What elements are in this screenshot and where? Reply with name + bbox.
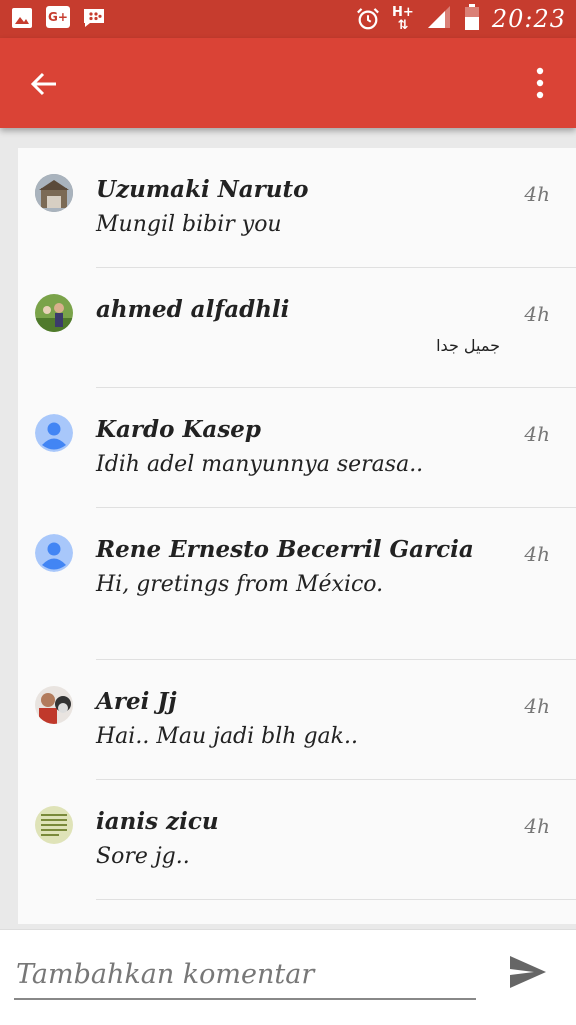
- avatar[interactable]: [35, 174, 73, 212]
- comment-text: Hi, gretings from México.: [96, 572, 384, 597]
- avatar[interactable]: [35, 806, 73, 844]
- signal-icon: [426, 4, 452, 34]
- comment-item[interactable]: Arei Jj 4h Hai.. Mau jadi blh gak..: [18, 660, 576, 780]
- comment-time: 4h: [524, 814, 550, 838]
- bbm-icon: [82, 6, 106, 30]
- comment-item[interactable]: ianis zicu 4h Sore jg..: [18, 780, 576, 900]
- comment-text: جميل جدا: [436, 336, 500, 355]
- google-plus-icon: G+: [46, 6, 70, 28]
- battery-icon: [464, 3, 480, 35]
- commenter-name[interactable]: ahmed alfadhli: [96, 296, 289, 323]
- comment-input[interactable]: [14, 950, 476, 1000]
- comment-time: 4h: [524, 542, 550, 566]
- gallery-icon: [10, 6, 34, 30]
- back-arrow-icon[interactable]: [28, 68, 60, 100]
- comment-text: Idih adel manyunnya serasa..: [96, 452, 424, 477]
- comment-time: 4h: [524, 694, 550, 718]
- comment-item[interactable]: Kardo Kasep 4h Idih adel manyunnya seras…: [18, 388, 576, 508]
- send-icon[interactable]: [508, 952, 548, 992]
- status-clock: 20:23: [491, 5, 566, 33]
- comment-time: 4h: [524, 182, 550, 206]
- comment-composer: [0, 929, 576, 1025]
- alarm-icon: [356, 7, 380, 31]
- avatar[interactable]: [35, 414, 73, 452]
- comment-list: Uzumaki Naruto 4h Mungil bibir you ahmed…: [18, 148, 576, 924]
- comment-text: Hai.. Mau jadi blh gak..: [96, 724, 358, 749]
- comment-time: 4h: [524, 302, 550, 326]
- avatar[interactable]: [35, 686, 73, 724]
- app-bar: [0, 38, 576, 128]
- comment-item[interactable]: Uzumaki Naruto 4h Mungil bibir you: [18, 148, 576, 268]
- avatar[interactable]: [35, 534, 73, 572]
- network-type-icon: H+ ⇅: [392, 5, 414, 33]
- avatar[interactable]: [35, 294, 73, 332]
- more-vert-icon[interactable]: [532, 66, 548, 100]
- comment-item[interactable]: Rene Ernesto Becerril Garcia 4h Hi, gret…: [18, 508, 576, 660]
- commenter-name[interactable]: ianis zicu: [96, 808, 219, 835]
- comment-text: Mungil bibir you: [96, 212, 282, 237]
- divider: [96, 899, 576, 900]
- commenter-name[interactable]: Uzumaki Naruto: [96, 176, 309, 203]
- commenter-name[interactable]: Rene Ernesto Becerril Garcia: [96, 536, 474, 563]
- commenter-name[interactable]: Kardo Kasep: [96, 416, 261, 443]
- comment-item[interactable]: ahmed alfadhli 4h جميل جدا: [18, 268, 576, 388]
- commenter-name[interactable]: Arei Jj: [96, 688, 177, 715]
- status-bar: G+ H+ ⇅ 20:23: [0, 0, 576, 38]
- comment-time: 4h: [524, 422, 550, 446]
- comment-text: Sore jg..: [96, 844, 190, 869]
